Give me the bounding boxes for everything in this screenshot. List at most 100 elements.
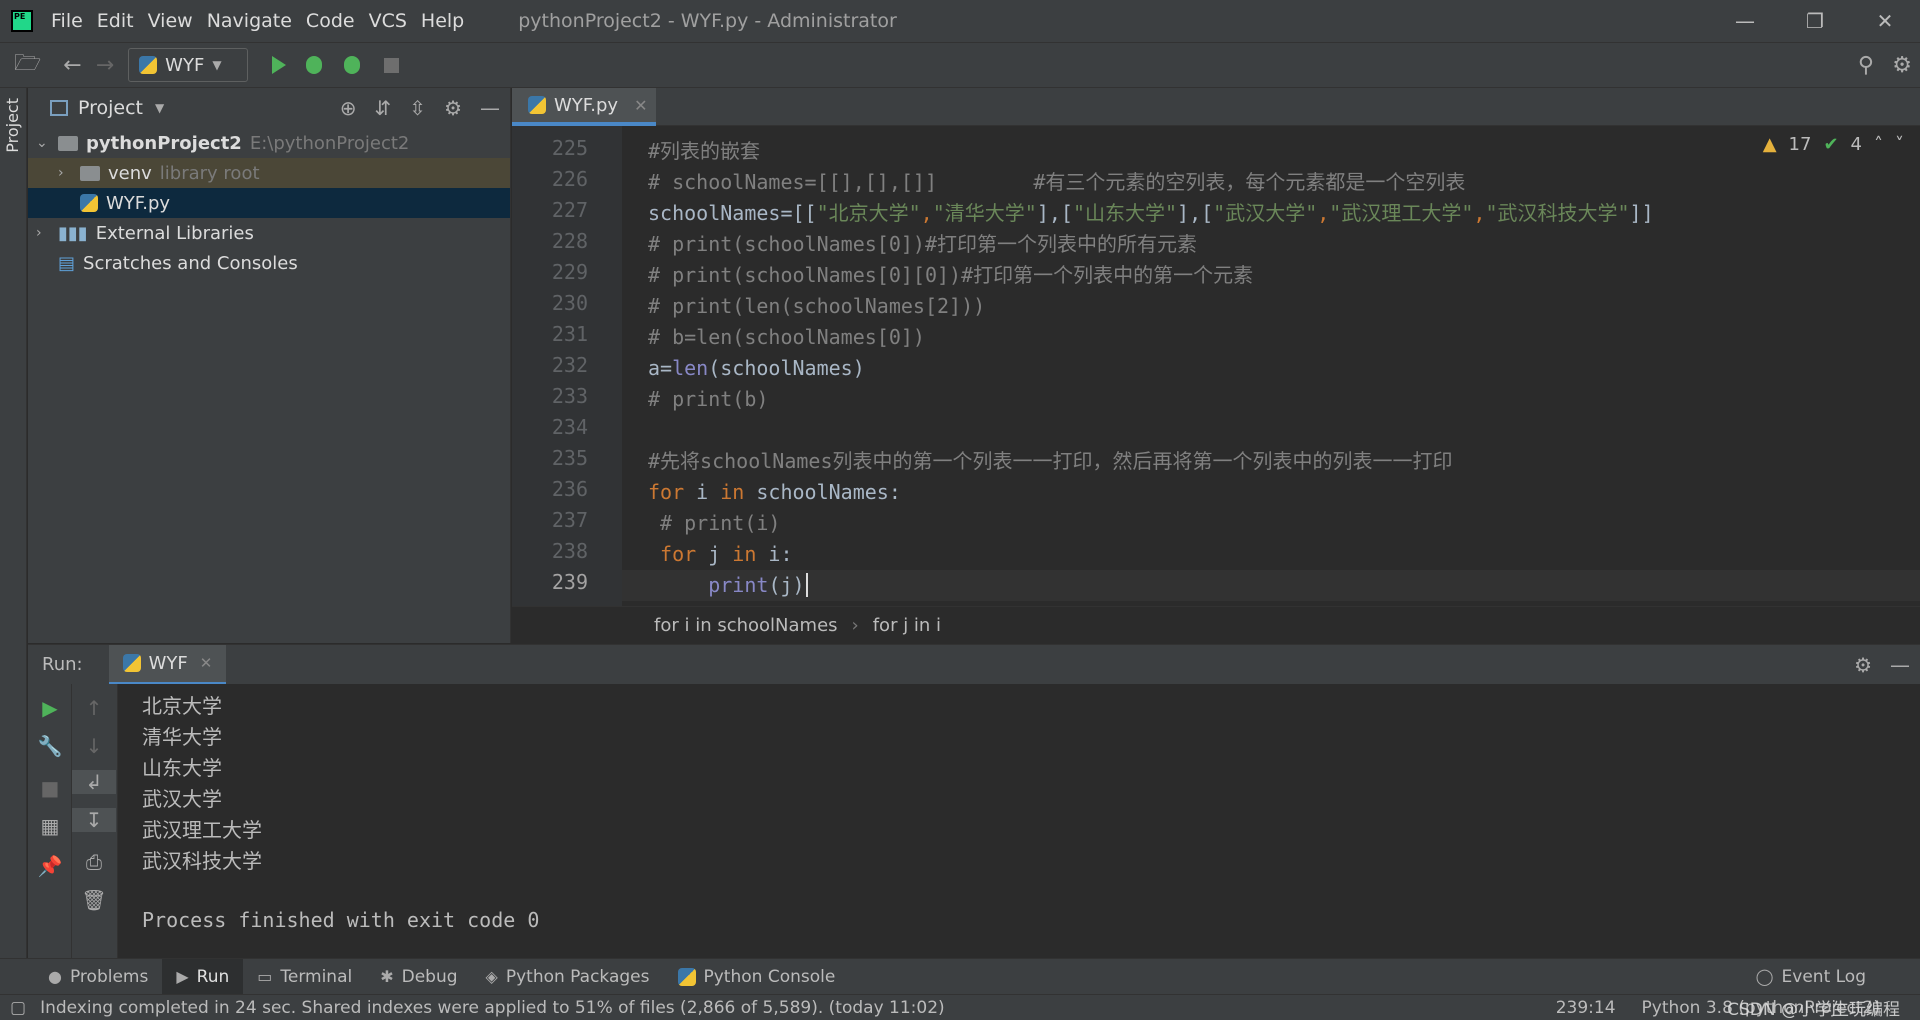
venv-note: library root	[159, 162, 260, 184]
code-editor[interactable]: ▲ 17 ✔ 4 ˄ ˅ #列表的嵌套 # schoolNames=[[],[]…	[622, 126, 1920, 606]
restore-icon[interactable]: ❐	[1780, 0, 1850, 42]
project-root-name: pythonProject2	[86, 132, 242, 154]
gear-icon[interactable]: ⚙	[1854, 653, 1872, 677]
output-line: 武汉理工大学	[142, 818, 262, 842]
tree-item-external-libraries[interactable]: › ▮▮▮ External Libraries	[28, 218, 510, 248]
venv-label: venv	[108, 162, 152, 184]
tool-tab-label: Terminal	[280, 966, 353, 987]
menu-file[interactable]: File	[51, 10, 83, 32]
check-icon: ✔	[1823, 134, 1839, 155]
forward-arrow-icon[interactable]: →	[96, 53, 114, 78]
coverage-icon[interactable]	[344, 56, 361, 74]
line-number: 238	[551, 539, 588, 563]
code-text: ]]	[1629, 201, 1654, 225]
chevron-right-icon[interactable]: ›	[36, 225, 50, 241]
code-string: "武汉理工大学"	[1329, 201, 1474, 225]
output-line: 清华大学	[142, 725, 222, 749]
tool-window-bar: ● Problems ▶ Run ▭ Terminal ✱ Debug ◈ Python …	[0, 958, 1920, 995]
menu-help[interactable]: Help	[421, 10, 464, 32]
hide-panel-icon[interactable]: —	[1890, 653, 1910, 677]
menu-view[interactable]: View	[148, 10, 193, 32]
scroll-to-end-icon[interactable]: ↧	[72, 808, 116, 832]
editor-tab-wyf-py[interactable]: WYF.py ✕	[512, 88, 656, 126]
stop-icon[interactable]	[384, 57, 400, 73]
back-arrow-icon[interactable]: ←	[63, 53, 81, 78]
run-configuration-select[interactable]: WYF ▼	[128, 48, 249, 82]
rerun-icon[interactable]: ▶	[28, 696, 72, 720]
wrench-icon[interactable]: 🔧	[28, 734, 72, 758]
run-icon[interactable]	[272, 56, 287, 74]
previous-highlight-icon[interactable]: ˄	[1874, 134, 1883, 155]
code-keyword: in	[720, 480, 745, 504]
tree-item-venv[interactable]: › venv library root	[28, 158, 510, 188]
code-line: for j in i:	[648, 539, 792, 570]
line-number: 233	[551, 384, 588, 408]
status-bar: ▢ Indexing completed in 24 sec. Shared i…	[0, 994, 1920, 1020]
tool-tab-python-console[interactable]: Python Console	[664, 959, 850, 995]
next-highlight-icon[interactable]: ˅	[1895, 134, 1904, 155]
tool-tab-label: Python Console	[703, 966, 836, 987]
console-output[interactable]: 北京大学 清华大学 山东大学 武汉大学 武汉理工大学 武汉科技大学 Proces…	[118, 684, 1920, 958]
close-tab-icon[interactable]: ✕	[634, 96, 647, 115]
chevron-right-icon[interactable]: ›	[58, 165, 72, 181]
up-arrow-icon[interactable]: ↑	[72, 696, 116, 720]
run-tab-wyf[interactable]: WYF ✕	[108, 644, 227, 685]
pin-icon[interactable]: 📌	[28, 854, 72, 878]
soft-wrap-icon[interactable]: ↲	[72, 770, 116, 794]
code-string: "清华大学"	[932, 201, 1037, 225]
toggle-tool-windows-icon[interactable]: ▢	[10, 998, 26, 1018]
code-builtin: print	[708, 573, 769, 597]
chevron-down-icon[interactable]: ▼	[155, 101, 164, 115]
scratches-icon: ▤	[58, 252, 76, 274]
print-icon[interactable]: ⎙	[72, 850, 116, 874]
menu-edit[interactable]: Edit	[97, 10, 134, 32]
breadcrumb-item[interactable]: for i in schoolNames	[654, 615, 838, 636]
gear-icon[interactable]: ⚙	[444, 96, 462, 120]
tool-tab-debug[interactable]: ✱ Debug	[366, 959, 471, 995]
line-number: 236	[551, 477, 588, 501]
debug-icon[interactable]	[306, 56, 323, 74]
project-view-select[interactable]: Project	[78, 97, 143, 119]
hide-panel-icon[interactable]: —	[480, 96, 500, 120]
tree-item-project-root[interactable]: ⌄ pythonProject2 E:\pythonProject2	[28, 128, 510, 158]
tool-tab-run[interactable]: ▶ Run	[162, 958, 244, 995]
menu-vcs[interactable]: VCS	[369, 10, 407, 32]
project-root-path: E:\pythonProject2	[249, 132, 410, 154]
tool-tab-problems[interactable]: ● Problems	[34, 959, 162, 995]
close-tab-icon[interactable]: ✕	[200, 654, 213, 672]
open-folder-icon[interactable]: 🗁	[14, 46, 41, 84]
settings-gear-icon[interactable]: ⚙	[1892, 53, 1912, 78]
collapse-all-icon[interactable]: ⇳	[409, 96, 426, 120]
stop-icon[interactable]: ■	[28, 776, 72, 800]
close-icon[interactable]: ✕	[1850, 0, 1920, 42]
window-title: pythonProject2 - WYF.py - Administrator	[518, 10, 897, 32]
line-number: 237	[551, 508, 588, 532]
python-icon	[139, 56, 158, 74]
tool-tab-event-log[interactable]: ◯ Event Log	[1742, 959, 1880, 995]
caret-position[interactable]: 239:14	[1556, 998, 1616, 1018]
tree-item-scratches[interactable]: ▤ Scratches and Consoles	[28, 248, 510, 278]
warning-icon: ▲	[1762, 134, 1777, 155]
down-arrow-icon[interactable]: ↓	[72, 734, 116, 758]
tree-item-wyf-py[interactable]: WYF.py	[28, 188, 510, 218]
chevron-down-icon[interactable]: ⌄	[36, 135, 50, 151]
code-comment: # schoolNames=[[],[],[]]	[648, 170, 937, 194]
tool-tab-terminal[interactable]: ▭ Terminal	[243, 959, 366, 995]
menu-navigate[interactable]: Navigate	[207, 10, 292, 32]
locate-icon[interactable]: ⊕	[340, 96, 357, 120]
menu-code[interactable]: Code	[306, 10, 355, 32]
layout-icon[interactable]: ▦	[28, 814, 72, 838]
trash-icon[interactable]: 🗑	[72, 888, 116, 912]
code-string: "北京大学"	[816, 201, 921, 225]
inspection-widget[interactable]: ▲ 17 ✔ 4 ˄ ˅	[1763, 134, 1904, 155]
line-number: 229	[551, 260, 588, 284]
search-icon[interactable]: ⚲	[1858, 53, 1874, 78]
project-tool-button[interactable]: Project	[3, 98, 22, 153]
tool-tab-python-packages[interactable]: ◈ Python Packages	[472, 959, 664, 995]
minimize-icon[interactable]: —	[1710, 0, 1780, 42]
run-config-label: WYF	[165, 54, 205, 76]
run-panel-header: Run: WYF ✕ ⚙ —	[28, 644, 1920, 685]
breadcrumb-item[interactable]: for j in i	[873, 615, 941, 636]
ext-libs-label: External Libraries	[95, 222, 254, 244]
expand-all-icon[interactable]: ⇵	[375, 96, 392, 120]
